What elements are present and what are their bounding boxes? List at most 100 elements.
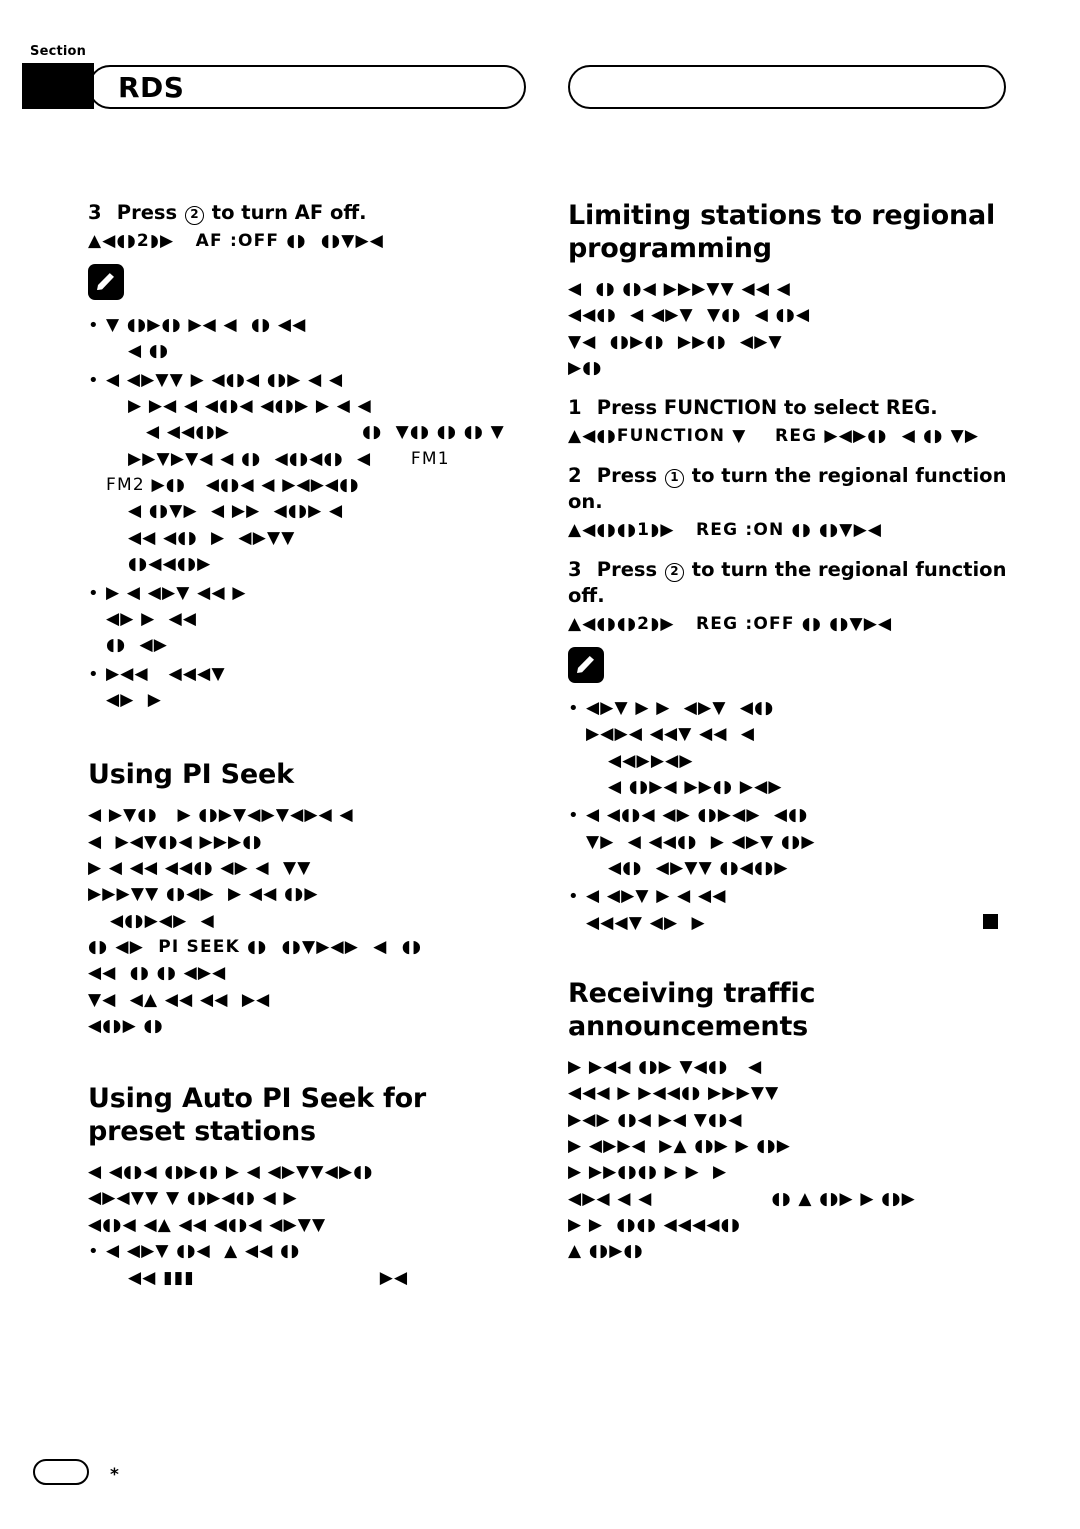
note-line: ◀ ◖◗ xyxy=(128,341,170,362)
traffic-line: ▶◀▶ ◖◗◀ ▶◀ ▼◖◗◀ xyxy=(568,1109,743,1130)
heading-using-pi-seek: Using PI Seek xyxy=(88,759,294,791)
section-label: Section xyxy=(30,44,87,59)
note-line: ▼▶ ◀ ◀◀◖◗ ▶ ◀▶▼ ◖◗▶ xyxy=(586,831,816,852)
footer-page-pill xyxy=(33,1459,89,1485)
step-text-before: Press xyxy=(116,201,178,224)
note-bullet-1: • ▼ ◖◗▶◖◗ ▶◀ ◀ ◖◗ ◀◀ ◀ ◖◗ xyxy=(88,312,528,365)
auto-pi-seek-bullet: • ◀ ◀▶▼ ◖◗◀ ▲ ◀◀ ◖◗ ◀◀ ▮▮▮ ▶◀ xyxy=(88,1238,528,1291)
limiting-line: ◀◀◖◗ ◀ ◀▶▼ ▼◖◗ ◀ ◖◗◀ xyxy=(568,305,811,326)
note-line: ◀▶▼ ▶ ▶ ◀▶▼ ◀◖◗ xyxy=(586,697,775,718)
note-line: ▶ ▶◀ ◀ ◀◖◗◀ ◀◖◗▶ ▶ ◀ ◀ xyxy=(128,396,372,417)
note-line: ▶▶▼▶▼◀ ◀ ◖◗ ◀◖◗◀◖◗ ◀ FM1 xyxy=(128,448,450,469)
circled-number-1: 1 xyxy=(664,469,684,489)
note-bullet-3: • ▶ ◀ ◀▶▼ ◀◀ ▶ ◀▶ ▶ ◀◀ ◖◗ ◀▶ xyxy=(88,580,528,659)
note-bullet-4: • ▶◀◀ ◀◀◀▼ ◀▶ ▶ xyxy=(88,661,528,714)
footer-star: * xyxy=(110,1465,119,1485)
note-line: ◀◀▶▶◀▶ xyxy=(608,750,694,771)
pi-seek-line: ▼◀ ◀▲ ◀◀ ◀◀ ▶◀ xyxy=(88,989,271,1010)
heading-auto-pi-seek: Using Auto PI Seek for preset stations xyxy=(88,1083,427,1148)
limiting-line: ▶◖◗ xyxy=(568,357,603,378)
note-line: ◀▶ ▶ xyxy=(106,689,163,710)
end-mark-icon xyxy=(983,914,998,930)
step-number: 1 xyxy=(568,396,582,420)
note-line: ▶◀◀ ◀◀◀▼ xyxy=(106,663,226,684)
auto-pi-seek-line: ◀ ◀◖◗◀ ◖◗▶◖◗ ▶ ◀ ◀▶▼▼◀▶◖◗ xyxy=(88,1162,374,1183)
bullet-dot: • xyxy=(88,582,99,604)
note-bullet-2: • ◀ ◀◖◗◀ ◀▶ ◖◗▶◀▶ ◀◖◗ ▼▶ ◀ ◀◀◖◗ ▶ ◀▶▼ ◖◗… xyxy=(568,802,1008,881)
step-2-reg-on: 2 Press 1 to turn the regional function … xyxy=(568,463,1008,514)
step-text: Press FUNCTION to select REG. xyxy=(596,396,938,420)
step-1-display-line: ▲◀◖◗FUNCTION ▼ REG ▶◀▶◖◗ ◀ ◖◗ ▼▶ xyxy=(568,425,980,446)
step-text-before: Press xyxy=(596,464,658,488)
traffic-line: ◀◀◀ ▶ ▶◀◀◖◗ ▶▶▶▼▼ xyxy=(568,1083,780,1104)
heading-receiving-traffic: Receiving traffic announcements xyxy=(568,978,816,1042)
note-bullet-1: • ◀▶▼ ▶ ▶ ◀▶▼ ◀◖◗ ▶◀▶◀ ◀◀▼ ◀◀ ◀ ◀◀▶▶◀▶ ◀… xyxy=(568,695,1008,800)
note-line: FM2 ▶◖◗ ◀◖◗◀ ◀ ▶◀▶◀◖◗ xyxy=(106,475,360,496)
note-line: ◖◗ ◀▶ xyxy=(106,635,169,656)
pi-seek-line: ◀◖◗▶◀▶ ◀ xyxy=(110,910,215,931)
note-line: ◀◖◗ ◀▶▼▼ ◖◗◀◖◗▶ xyxy=(608,858,789,879)
note-line: ◀◀ ◀◖◗ ▶ ◀▶▼▼ xyxy=(128,527,296,548)
step-3-display-line: ▲◀◖◗◖◗2◗▶ REG :OFF ◖◗ ◖◗▼▶◀ xyxy=(568,613,893,634)
note-line: ◀▶ ▶ ◀◀ xyxy=(106,608,198,629)
auto-pi-seek-line: ◀ ◀▶▼ ◖◗◀ ▲ ◀◀ ◖◗ xyxy=(106,1241,301,1262)
header-pill-right xyxy=(568,65,1006,109)
step-3-af-off: 3 Press 2 to turn AF off. xyxy=(88,200,528,226)
note-line: ◀◀◀▼ ◀▶ ▶ xyxy=(586,912,706,933)
note-line: ▼ ◖◗▶◖◗ ▶◀ ◀ ◖◗ ◀◀ xyxy=(106,315,307,336)
note-pencil-icon xyxy=(88,264,124,301)
traffic-line: ▶ ▶ ◖◗◖◗ ◀◀◀◀◖◗ xyxy=(568,1214,741,1235)
circled-number-2: 2 xyxy=(664,563,684,583)
section-tab-marker xyxy=(22,63,94,109)
traffic-line: ▲ ◖◗▶◖◗ xyxy=(568,1241,644,1262)
note-line: ◀ ◀◀◖◗▶ ◖◗ ▼◖◗ ◖◗ ◖◗ ▼ xyxy=(146,422,505,443)
note-pencil-icon xyxy=(568,646,604,683)
note-line: ◀ ◖◗▼▶ ◀ ▶▶ ◀◖◗▶ ◀ xyxy=(128,501,344,522)
step-2-display-line: ▲◀◖◗◖◗1◗▶ REG :ON ◖◗ ◖◗▼▶◀ xyxy=(568,519,883,540)
pi-seek-line: ◀ ▶◀▼◖◗◀ ▶▶▶◖◗ xyxy=(88,831,263,852)
note-line: ◀ ◀▶▼ ▶ ◀ ◀◀ xyxy=(586,886,727,907)
pi-seek-display-line: ◖◗ ◀▶ PI SEEK ◖◗ ◖◗▼▶◀▶ ◀ ◖◗ xyxy=(88,936,423,957)
heading-limiting-stations: Limiting stations to regional programmin… xyxy=(568,200,996,264)
step-number: 2 xyxy=(568,464,582,488)
traffic-line: ▶ ◀▶▶◀ ▶▲ ◖◗▶ ▶ ◖◗▶ xyxy=(568,1135,791,1156)
bullet-dot: • xyxy=(568,805,579,827)
step-3-display-line: ▲◀◖◗2◗▶ AF :OFF ◖◗ ◖◗▼▶◀ xyxy=(88,230,385,251)
step-text-after: to turn AF off. xyxy=(211,201,367,224)
traffic-line: ▶ ▶◀◀ ◖◗▶ ▼◀◖◗ ◀ xyxy=(568,1056,763,1077)
auto-pi-seek-line: ◀◖◗◀ ◀▲ ◀◀ ◀◖◗◀ ◀▶▼▼ xyxy=(88,1214,327,1235)
page-title: RDS xyxy=(118,71,185,104)
note-line: ◀ ◀▶▼▼ ▶ ◀◖◗◀ ◖◗▶ ◀ ◀ xyxy=(106,369,344,390)
right-column: Limiting stations to regional programmin… xyxy=(568,200,1008,1265)
note-line: ▶◀▶◀ ◀◀▼ ◀◀ ◀ xyxy=(586,724,756,745)
note-bullet-2: • ◀ ◀▶▼▼ ▶ ◀◖◗◀ ◖◗▶ ◀ ◀ ▶ ▶◀ ◀ ◀◖◗◀ ◀◖◗▶… xyxy=(88,367,528,578)
limiting-line: ▼◀ ◖◗▶◖◗ ▶▶◖◗ ◀▶▼ xyxy=(568,331,783,352)
circled-number-2: 2 xyxy=(184,206,204,225)
auto-pi-seek-line: ◀◀ ▮▮▮ ▶◀ xyxy=(128,1267,409,1288)
step-number: 3 xyxy=(88,201,102,224)
note-bullet-3: • ◀ ◀▶▼ ▶ ◀ ◀◀ ◀◀◀▼ ◀▶ ▶ xyxy=(568,883,1008,936)
limiting-line: ◀ ◖◗ ◖◗◀ ▶▶▶▼▼ ◀◀ ◀ xyxy=(568,278,791,299)
pi-seek-line: ▶ ◀ ◀◀ ◀◀◖◗ ◀▶ ◀ ▼▼ xyxy=(88,857,312,878)
note-line: ◀ ◀◖◗◀ ◀▶ ◖◗▶◀▶ ◀◖◗ xyxy=(586,805,809,826)
pi-seek-line: ▶▶▶▼▼ ◖◗◀▶ ▶ ◀◀ ◖◗▶ xyxy=(88,884,319,905)
traffic-line: ▶ ▶▶◖◗◖◗ ▶ ▶ ▶ xyxy=(568,1162,728,1183)
bullet-dot: • xyxy=(88,1241,99,1263)
pi-seek-line: ◀◖◗▶ ◖◗ xyxy=(88,1015,164,1036)
note-line: ◖◗◀◀◖◗▶ xyxy=(128,554,212,575)
bullet-dot: • xyxy=(568,697,579,719)
bullet-dot: • xyxy=(568,886,579,908)
step-text-before: Press xyxy=(596,558,658,582)
bullet-dot: • xyxy=(88,663,99,685)
bullet-dot: • xyxy=(88,369,99,391)
bullet-dot: • xyxy=(88,315,99,337)
step-1-function-reg: 1 Press FUNCTION to select REG. xyxy=(568,395,1008,421)
step-number: 3 xyxy=(568,558,582,582)
left-column: 3 Press 2 to turn AF off. ▲◀◖◗2◗▶ AF :OF… xyxy=(88,200,528,1293)
traffic-line: ◀▶◀ ◀ ◀ ◖◗ ▲ ◖◗▶ ▶ ◖◗▶ xyxy=(568,1188,916,1209)
pi-seek-line: ◀◀ ◖◗ ◖◗ ◀▶◀ xyxy=(88,963,227,984)
note-line: ▶ ◀ ◀▶▼ ◀◀ ▶ xyxy=(106,582,247,603)
pi-seek-line: ◀ ▶▼◖◗ ▶ ◖◗▶▼◀▶▼◀▶◀ ◀ xyxy=(88,805,354,826)
step-3-reg-off: 3 Press 2 to turn the regional function … xyxy=(568,557,1008,608)
auto-pi-seek-line: ◀▶◀▼▼ ▼ ◖◗▶◀◖◗ ◀ ▶ xyxy=(88,1188,298,1209)
